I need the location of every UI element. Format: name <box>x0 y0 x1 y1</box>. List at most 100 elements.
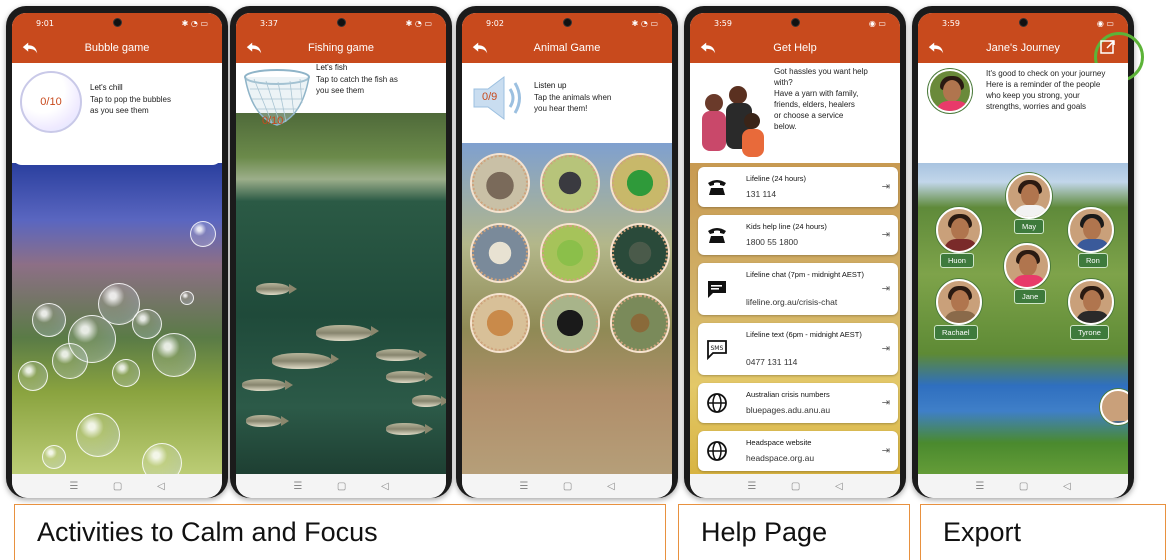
fish[interactable] <box>316 325 379 341</box>
person-may[interactable] <box>1006 173 1052 219</box>
help-item-detail: bluepages.adu.anu.au <box>746 405 831 415</box>
menu-icon[interactable]: ☰ <box>69 481 78 492</box>
menu-icon[interactable]: ☰ <box>519 481 528 492</box>
phone-icon <box>708 180 726 195</box>
open-link-icon[interactable]: ⇥ <box>882 182 890 193</box>
help-list-background: Lifeline (24 hours) 131 114 ⇥ Kids help … <box>690 163 900 481</box>
help-item-lifeline[interactable]: Lifeline (24 hours) 131 114 ⇥ <box>698 167 898 207</box>
home-icon[interactable]: ▢ <box>563 481 572 492</box>
animal-counter: 0/9 <box>482 91 498 103</box>
open-link-icon[interactable]: ⇥ <box>882 398 890 409</box>
back-triangle-icon[interactable]: ◁ <box>1063 481 1071 492</box>
bubble[interactable] <box>180 291 194 305</box>
help-item-lifeline-chat[interactable]: Lifeline chat (7pm - midnight AEST) life… <box>698 263 898 315</box>
back-arrow-icon[interactable] <box>21 39 39 57</box>
open-link-icon[interactable]: ⇥ <box>882 344 890 355</box>
animal-crow-button[interactable] <box>542 295 598 351</box>
journey-screen: 3:59 ◉ ▭ Jane's Journey It's good to che… <box>918 13 1128 498</box>
person-partial[interactable] <box>1100 389 1128 425</box>
sms-icon: SMS <box>707 340 727 360</box>
app-bar: Bubble game <box>12 33 222 63</box>
person-ron[interactable] <box>1068 207 1114 253</box>
bubble[interactable] <box>152 333 196 377</box>
animal-kookaburra-button[interactable] <box>472 225 528 281</box>
home-icon[interactable]: ▢ <box>337 481 346 492</box>
back-triangle-icon[interactable]: ◁ <box>607 481 615 492</box>
back-arrow-icon[interactable] <box>699 39 717 57</box>
open-link-icon[interactable]: ⇥ <box>882 284 890 295</box>
fishing-game-screen: 3:37 ✱ ◔ ▭ Fishing game Let's fish Tap t… <box>236 13 446 498</box>
fish[interactable] <box>386 371 433 383</box>
person-tyrone[interactable] <box>1068 279 1114 325</box>
status-time: 3:37 <box>260 18 278 28</box>
help-intro-line6: below. <box>774 122 797 131</box>
person-rachael[interactable] <box>936 279 982 325</box>
status-bar: 9:02 ✱ ◔ ▭ <box>462 13 672 33</box>
fish[interactable] <box>272 353 339 369</box>
animal-dingo-button[interactable] <box>472 295 528 351</box>
camera-hole <box>1019 18 1028 27</box>
status-icons: ✱ ◔ ▭ <box>405 18 432 28</box>
bubble[interactable] <box>32 303 66 337</box>
open-link-icon[interactable]: ⇥ <box>882 230 890 241</box>
system-nav-bar: ☰ ▢ ◁ <box>236 474 446 498</box>
person-label: Tyrone <box>1070 325 1109 340</box>
phone-get-help: 3:59 ◉ ▭ Get Help Got hassles you want h… <box>684 6 906 498</box>
person-label: Ron <box>1078 253 1108 268</box>
bubble[interactable] <box>52 343 88 379</box>
menu-icon[interactable]: ☰ <box>293 481 302 492</box>
bubble[interactable] <box>18 361 48 391</box>
animal-fish-button[interactable] <box>612 225 668 281</box>
help-item-headspace[interactable]: Headspace website headspace.org.au ⇥ <box>698 431 898 471</box>
menu-icon[interactable]: ☰ <box>975 481 984 492</box>
fish[interactable] <box>256 283 297 295</box>
bubble[interactable] <box>42 445 66 469</box>
get-help-screen: 3:59 ◉ ▭ Get Help Got hassles you want h… <box>690 13 900 498</box>
back-arrow-icon[interactable] <box>471 39 489 57</box>
bubble[interactable] <box>190 221 216 247</box>
help-intro-line2: with? <box>774 78 793 87</box>
fish[interactable] <box>242 379 293 391</box>
back-arrow-icon[interactable] <box>245 39 263 57</box>
bubble[interactable] <box>132 309 162 339</box>
status-time: 9:02 <box>486 18 504 28</box>
back-triangle-icon[interactable]: ◁ <box>157 481 165 492</box>
phone-journey: 3:59 ◉ ▭ Jane's Journey It's good to che… <box>912 6 1134 498</box>
card-desc-line1: Tap to catch the fish as <box>316 75 398 84</box>
animal-moorhen-button[interactable] <box>542 155 598 211</box>
bubble[interactable] <box>112 359 140 387</box>
instruction-card: Let's fish Tap to catch the fish as you … <box>236 63 446 126</box>
home-icon[interactable]: ▢ <box>113 481 122 492</box>
camera-hole <box>113 18 122 27</box>
home-icon[interactable]: ▢ <box>791 481 800 492</box>
help-item-name: Lifeline text (6pm - midnight AEST) <box>746 330 862 339</box>
bubble[interactable] <box>76 413 120 457</box>
fish[interactable] <box>412 395 446 407</box>
fish[interactable] <box>376 349 427 361</box>
back-triangle-icon[interactable]: ◁ <box>835 481 843 492</box>
fish[interactable] <box>246 415 289 427</box>
family-illustration <box>702 86 764 157</box>
export-icon[interactable] <box>1098 37 1118 57</box>
back-arrow-icon[interactable] <box>927 39 945 57</box>
animal-frog-button[interactable] <box>542 225 598 281</box>
phone-icon <box>708 228 726 243</box>
menu-icon[interactable]: ☰ <box>747 481 756 492</box>
home-icon[interactable]: ▢ <box>1019 481 1028 492</box>
animal-cricket-button[interactable] <box>612 295 668 351</box>
person-huon[interactable] <box>936 207 982 253</box>
fish[interactable] <box>386 423 433 435</box>
status-bar: 3:37 ✱ ◔ ▭ <box>236 13 446 33</box>
animal-bird-button[interactable] <box>472 155 528 211</box>
person-jane[interactable] <box>1004 243 1050 289</box>
help-item-crisis-numbers[interactable]: Australian crisis numbers bluepages.adu.… <box>698 383 898 423</box>
fishing-scene[interactable] <box>236 113 446 481</box>
app-bar: Animal Game <box>462 33 672 63</box>
bubble-scene[interactable] <box>12 163 222 483</box>
help-item-kids-helpline[interactable]: Kids help line (24 hours) 1800 55 1800 ⇥ <box>698 215 898 255</box>
back-triangle-icon[interactable]: ◁ <box>381 481 389 492</box>
open-link-icon[interactable]: ⇥ <box>882 446 890 457</box>
help-item-name: Headspace website <box>746 438 812 447</box>
help-item-lifeline-text[interactable]: SMS Lifeline text (6pm - midnight AEST) … <box>698 323 898 375</box>
animal-parrot-button[interactable] <box>612 155 668 211</box>
